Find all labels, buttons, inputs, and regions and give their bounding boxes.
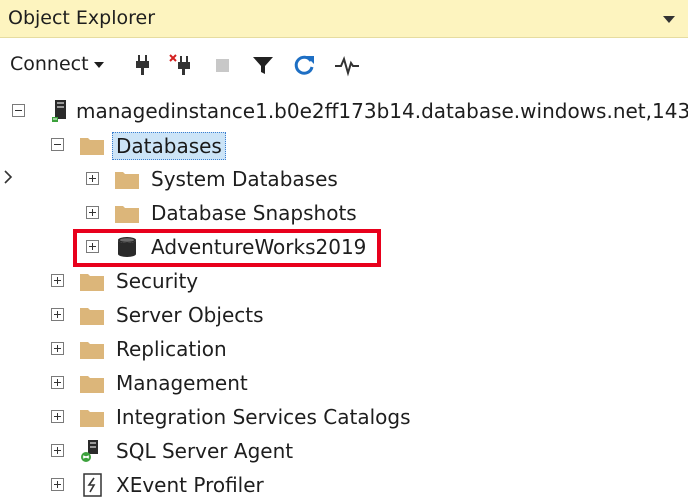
tree-node-databases[interactable]: Databases <box>0 128 688 162</box>
folder-icon <box>115 206 139 223</box>
folder-icon <box>80 342 104 359</box>
expand-toggle[interactable] <box>86 206 99 219</box>
panel-title: Object Explorer <box>8 7 156 29</box>
folder-icon <box>80 308 104 325</box>
toolbar: Connect <box>0 38 688 92</box>
tree-node-integration-services-catalogs[interactable]: Integration Services Catalogs <box>0 400 688 434</box>
folder-icon <box>80 274 104 291</box>
databases-label: Databases <box>112 132 226 160</box>
xevent-profiler-label: XEvent Profiler <box>116 473 264 497</box>
folder-icon <box>80 376 104 393</box>
highlight-annotation <box>73 229 381 267</box>
collapse-toggle[interactable] <box>51 138 64 151</box>
sql-server-agent-label: SQL Server Agent <box>116 439 294 463</box>
expand-toggle[interactable] <box>51 410 64 423</box>
security-label: Security <box>116 269 199 293</box>
tree-node-security[interactable]: Security <box>0 264 688 298</box>
connect-label: Connect <box>10 53 89 75</box>
dropdown-caret-icon <box>93 62 104 68</box>
expand-toggle[interactable] <box>51 274 64 287</box>
tree-node-management[interactable]: Management <box>0 366 688 400</box>
server-icon <box>52 100 66 122</box>
tree-node-xevent-profiler[interactable]: XEvent Profiler <box>0 468 688 502</box>
xevent-profiler-icon <box>83 473 102 497</box>
expand-toggle[interactable] <box>51 308 64 321</box>
activity-monitor-icon[interactable] <box>334 52 360 78</box>
tree-node-server[interactable]: managedinstance1.b0e2ff173b14.database.w… <box>0 94 688 128</box>
refresh-icon[interactable] <box>292 52 318 78</box>
tree-node-system-databases[interactable]: System Databases <box>0 162 688 196</box>
tree-node-sql-server-agent[interactable]: SQL Server Agent <box>0 434 688 468</box>
management-label: Management <box>116 371 248 395</box>
disconnect-icon[interactable] <box>168 52 194 78</box>
tree-node-server-objects[interactable]: Server Objects <box>0 298 688 332</box>
system-databases-label: System Databases <box>151 167 338 191</box>
server-label: managedinstance1.b0e2ff173b14.database.w… <box>76 99 688 123</box>
expand-toggle[interactable] <box>51 478 64 491</box>
database-snapshots-label: Database Snapshots <box>151 201 357 225</box>
tree-node-database-snapshots[interactable]: Database Snapshots <box>0 196 688 230</box>
chevron-down-icon[interactable] <box>660 10 678 28</box>
sql-agent-icon <box>81 440 98 462</box>
object-explorer-tree: managedinstance1.b0e2ff173b14.database.w… <box>0 92 688 504</box>
integration-services-catalogs-label: Integration Services Catalogs <box>116 405 411 429</box>
chevron-right-icon[interactable] <box>3 169 13 185</box>
expand-toggle[interactable] <box>51 342 64 355</box>
folder-icon <box>80 410 104 427</box>
stop-icon <box>216 59 229 72</box>
replication-label: Replication <box>116 337 227 361</box>
object-explorer-header: Object Explorer <box>0 0 688 38</box>
filter-icon[interactable] <box>250 52 276 78</box>
expand-toggle[interactable] <box>51 444 64 457</box>
collapse-toggle[interactable] <box>12 104 25 117</box>
plug-icon[interactable] <box>130 52 156 78</box>
folder-icon <box>80 138 104 155</box>
expand-toggle[interactable] <box>86 172 99 185</box>
expand-toggle[interactable] <box>51 376 64 389</box>
server-objects-label: Server Objects <box>116 303 264 327</box>
connect-dropdown[interactable]: Connect <box>10 52 104 76</box>
folder-icon <box>115 172 139 189</box>
tree-node-replication[interactable]: Replication <box>0 332 688 366</box>
